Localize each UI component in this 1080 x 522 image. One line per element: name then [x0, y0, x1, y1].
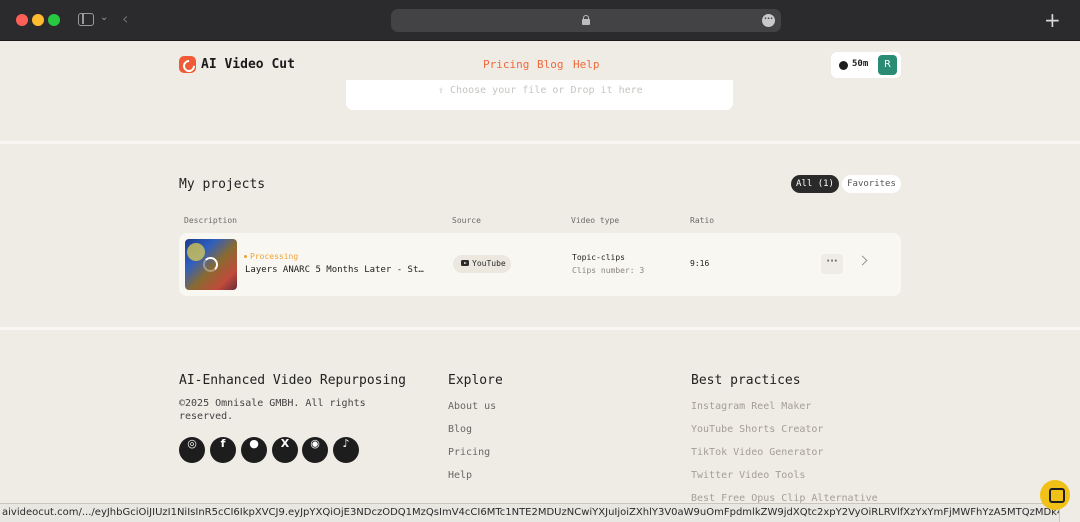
credits-remaining: 50m — [852, 59, 869, 69]
video-thumbnail[interactable] — [185, 239, 237, 290]
clips-count: Clips number: 3 — [572, 266, 645, 275]
projects-section: My projects All (1) Favorites Descriptio… — [0, 146, 1080, 326]
project-title[interactable]: Layers ANARC 5 Months Later - St… — [245, 265, 424, 275]
back-arrow-icon[interactable]: ‹ — [122, 9, 128, 28]
section-title: My projects — [179, 177, 266, 192]
section-divider — [0, 141, 1080, 144]
minimize-window-button[interactable] — [32, 14, 44, 26]
footer-tagline: AI-Enhanced Video Repurposing — [179, 373, 406, 388]
table-row[interactable]: Processing Layers ANARC 5 Months Later -… — [179, 233, 901, 296]
new-tab-button[interactable]: + — [1044, 8, 1061, 32]
footer-link-instagram-reel[interactable]: Instagram Reel Maker — [691, 401, 811, 412]
reddit-icon[interactable]: ● — [241, 437, 267, 463]
footer-link-about[interactable]: About us — [448, 401, 496, 412]
avatar[interactable]: R — [878, 55, 897, 75]
footer-link-help[interactable]: Help — [448, 470, 472, 481]
tiktok-icon[interactable]: ♪ — [333, 437, 359, 463]
instagram-icon[interactable]: ◎ — [179, 437, 205, 463]
footer-link-twitter-video[interactable]: Twitter Video Tools — [691, 470, 805, 481]
upload-label: ⇪ Choose your file or Drop it here — [438, 85, 643, 96]
more-options-icon[interactable]: ··· — [762, 14, 775, 27]
browser-toolbar: ⌄ ‹ ··· + — [0, 0, 1080, 41]
source-badge: YouTube — [453, 255, 511, 273]
copyright-text: ©2025 Omnisale GMBH. All rights reserved… — [179, 398, 366, 422]
aspect-ratio: 9:16 — [690, 259, 710, 268]
sidebar-toggle-icon[interactable] — [78, 13, 94, 26]
status-badge: Processing — [244, 252, 298, 261]
chevron-down-icon[interactable]: ⌄ — [100, 12, 108, 23]
chat-support-button[interactable] — [1040, 480, 1070, 510]
footer-link-pricing[interactable]: Pricing — [448, 447, 490, 458]
video-type: Topic-clips — [572, 253, 625, 262]
maximize-window-button[interactable] — [48, 14, 60, 26]
column-header-source: Source — [452, 216, 481, 225]
nav-help[interactable]: Help — [573, 58, 600, 71]
facebook-icon[interactable]: f — [210, 437, 236, 463]
column-header-video-type: Video type — [571, 216, 620, 225]
logo-icon[interactable] — [179, 56, 196, 73]
filter-all-button[interactable]: All (1) — [791, 175, 839, 193]
chevron-right-icon[interactable] — [857, 255, 868, 266]
close-window-button[interactable] — [16, 14, 28, 26]
loading-spinner-icon — [203, 257, 218, 272]
lock-icon — [582, 15, 590, 25]
address-bar[interactable]: ··· — [391, 9, 781, 32]
best-practices-heading: Best practices — [691, 373, 801, 388]
footer-link-youtube-shorts[interactable]: YouTube Shorts Creator — [691, 424, 823, 435]
upload-dropzone[interactable]: ⇪ Choose your file or Drop it here — [346, 80, 733, 110]
brand-name[interactable]: AI Video Cut — [201, 57, 295, 72]
footer-link-tiktok-video[interactable]: TikTok Video Generator — [691, 447, 823, 458]
explore-heading: Explore — [448, 373, 503, 388]
credits-widget[interactable]: 50m R — [831, 52, 901, 78]
more-actions-button[interactable]: ··· — [821, 254, 843, 274]
browser-status-bar: aivideocut.com/.../eyJhbGciOiJIUzI1NiIsI… — [0, 503, 1060, 522]
column-header-ratio: Ratio — [690, 216, 715, 225]
discord-icon[interactable]: ◉ — [302, 437, 328, 463]
footer-link-blog[interactable]: Blog — [448, 424, 472, 435]
column-header-description: Description — [184, 216, 237, 225]
x-icon[interactable]: X — [272, 437, 298, 463]
nav-pricing[interactable]: Pricing — [483, 58, 529, 71]
youtube-icon — [461, 260, 469, 266]
nav-blog[interactable]: Blog — [537, 58, 564, 71]
filter-favorites-button[interactable]: Favorites — [842, 175, 901, 193]
clock-icon — [839, 61, 848, 70]
site-footer: AI-Enhanced Video Repurposing ©2025 Omni… — [0, 330, 1080, 522]
